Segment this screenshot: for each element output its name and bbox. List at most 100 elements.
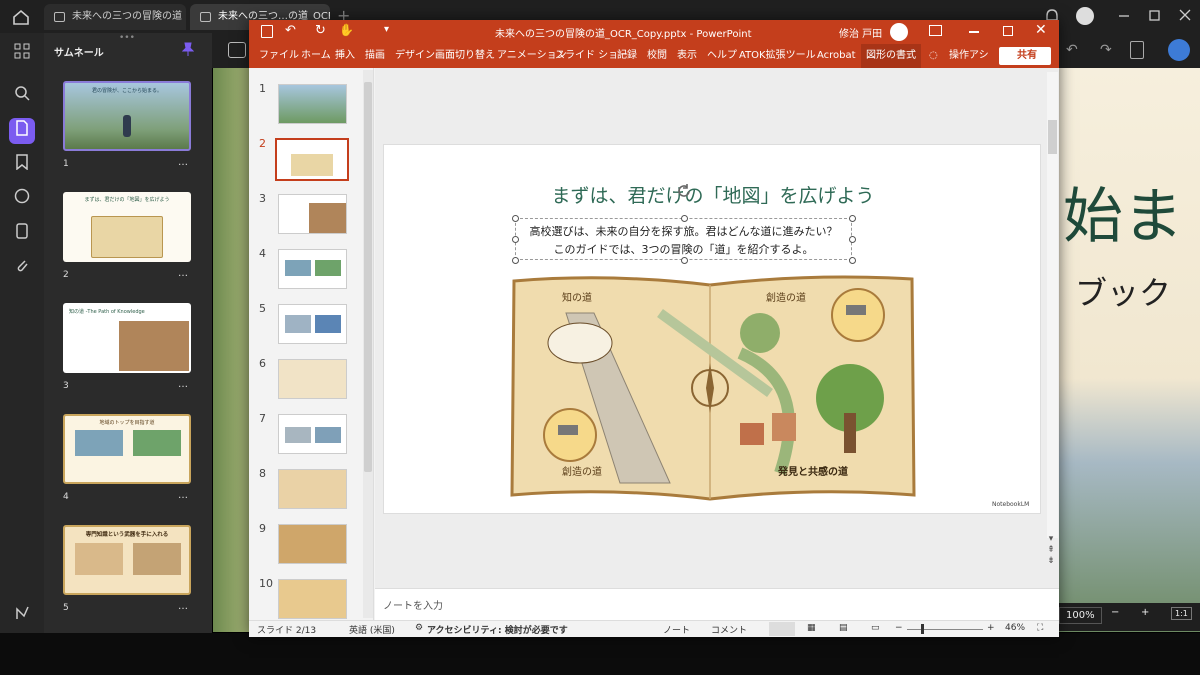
zoom-percentage[interactable]: 46% <box>1005 623 1025 633</box>
zoom-out-button[interactable]: − <box>895 623 903 633</box>
minimize-icon[interactable] <box>969 31 979 33</box>
slide-thumb-4[interactable] <box>278 249 347 289</box>
slide-thumb-8[interactable] <box>278 469 347 509</box>
thumbnail-4[interactable]: 地域のトップを目指す道 <box>63 414 191 484</box>
drag-handle[interactable]: ••• <box>119 33 135 43</box>
tab-draw[interactable]: 描画 <box>365 44 385 68</box>
resize-handle[interactable] <box>849 236 856 243</box>
reading-view-icon[interactable]: ▤ <box>839 623 848 633</box>
scrollbar-thumb[interactable] <box>364 82 372 472</box>
slide-sorter-icon[interactable]: ▦ <box>807 623 816 633</box>
redo-icon[interactable]: ↻ <box>315 23 326 38</box>
resize-handle[interactable] <box>849 215 856 222</box>
tab-help[interactable]: ヘルプ <box>707 44 737 68</box>
comments-toggle[interactable]: コメント <box>711 623 747 636</box>
zoom-slider[interactable] <box>907 629 983 630</box>
zoom-in-button[interactable]: + <box>987 623 995 633</box>
thumbnail-3[interactable]: 知の道 -The Path of Knowledge <box>63 303 191 373</box>
thumbnails-icon[interactable] <box>9 118 35 144</box>
resize-handle[interactable] <box>512 257 519 264</box>
selected-textbox[interactable]: 高校選びは、未来の自分を探す旅。君はどんな道に進みたい？ このガイドでは、3つの… <box>512 215 856 264</box>
save-icon[interactable] <box>1130 41 1144 59</box>
notes-pane[interactable]: ノートを入力 <box>375 588 1059 620</box>
tab-acrobat[interactable]: Acrobat <box>817 44 856 68</box>
zoom-level[interactable]: 100% <box>1059 607 1102 624</box>
undo-icon[interactable]: ↶ <box>285 23 296 38</box>
slide-nav-arrows[interactable]: ▾ ⇞ ⇟ <box>1045 534 1057 574</box>
resize-handle[interactable] <box>681 257 688 264</box>
resize-handle[interactable] <box>849 257 856 264</box>
actual-size-button[interactable]: 1:1 <box>1171 607 1192 620</box>
home-icon[interactable] <box>10 7 32 27</box>
save-icon[interactable] <box>261 25 273 38</box>
notes-toggle[interactable]: ノート <box>663 623 690 636</box>
slide-thumb-9[interactable] <box>278 524 347 564</box>
tab-shape-format[interactable]: 図形の書式 <box>861 44 921 68</box>
zoom-slider-thumb[interactable] <box>921 624 924 634</box>
copilot-icon[interactable] <box>1168 39 1190 61</box>
tab-home[interactable]: ホーム <box>301 44 331 68</box>
slide-title[interactable]: まずは、君だけの「地図」を広げよう <box>384 181 1042 208</box>
accessibility-icon[interactable]: ⚙ <box>415 623 423 633</box>
customize-icon[interactable]: ▾ <box>384 24 389 35</box>
close-icon[interactable]: ✕ <box>1035 22 1047 38</box>
thumbnail-1[interactable]: 君の冒険が、ここから始まる。 <box>63 81 191 151</box>
ribbon-display-icon[interactable] <box>929 25 942 36</box>
normal-view-icon[interactable] <box>769 622 795 636</box>
current-slide[interactable]: まずは、君だけの「地図」を広げよう 高校選びは、未来の自分を探す旅。君はどんな道… <box>383 144 1041 514</box>
tab-insert[interactable]: 挿入 <box>335 44 355 68</box>
document-icon[interactable] <box>12 223 32 243</box>
slide-thumb-10[interactable] <box>278 579 347 619</box>
sign-icon[interactable] <box>12 605 32 625</box>
slide-thumb-5[interactable] <box>278 304 347 344</box>
search-icon[interactable] <box>12 85 32 105</box>
redo-icon[interactable]: ↷ <box>1100 42 1112 58</box>
tab-transitions[interactable]: 画面切り替え <box>435 44 495 68</box>
scrollbar-thumb[interactable] <box>1048 120 1057 154</box>
more-options-icon[interactable]: … <box>178 157 188 168</box>
slide-thumb-2[interactable] <box>275 138 349 181</box>
accessibility-status[interactable]: アクセシビリティ: 検討が必要です <box>427 623 568 636</box>
fit-slide-icon[interactable]: ⛶ <box>1037 623 1043 633</box>
bookmark-icon[interactable] <box>12 154 32 174</box>
browser-tab-1[interactable]: 未来への三つの冒険の道 <box>44 4 186 30</box>
resize-handle[interactable] <box>681 215 688 222</box>
slide-thumb-7[interactable] <box>278 414 347 454</box>
language-status[interactable]: 英語 (米国) <box>349 623 395 636</box>
slide-thumb-3[interactable] <box>278 194 347 234</box>
treasure-map-image[interactable]: 知の道 創造の道 創造の道 発見と共感の道 <box>510 273 916 501</box>
avatar[interactable] <box>890 23 908 41</box>
tab-view[interactable]: 表示 <box>677 44 697 68</box>
tab-review[interactable]: 校閲 <box>647 44 667 68</box>
tab-design[interactable]: デザイン <box>395 44 435 68</box>
calendar-icon[interactable] <box>228 42 246 58</box>
lightbulb-icon[interactable]: ◌ <box>929 44 938 68</box>
slide-thumb-1[interactable] <box>278 84 347 124</box>
tab-atok[interactable]: ATOK拡張ツール <box>739 44 816 68</box>
thumbnail-2[interactable]: まずは、君だけの「地図」を広げよう <box>63 192 191 262</box>
touch-mode-icon[interactable]: ✋ <box>339 23 354 37</box>
zoom-out-button[interactable]: − <box>1111 607 1119 618</box>
comment-icon[interactable] <box>12 188 32 208</box>
rotate-handle-icon[interactable] <box>676 183 692 199</box>
slides-scrollbar[interactable] <box>363 70 373 618</box>
attachment-icon[interactable] <box>12 257 32 277</box>
slide-thumb-6[interactable] <box>278 359 347 399</box>
thumbnail-5[interactable]: 専門知識という武器を手に入れる <box>63 525 191 595</box>
resize-handle[interactable] <box>512 215 519 222</box>
pin-icon[interactable] <box>181 42 195 56</box>
grid-icon[interactable] <box>12 43 32 63</box>
undo-icon[interactable]: ↶ <box>1066 42 1078 58</box>
resize-handle[interactable] <box>512 236 519 243</box>
tab-record[interactable]: 記録 <box>617 44 637 68</box>
editor-scrollbar[interactable] <box>1047 72 1058 538</box>
maximize-icon[interactable] <box>1003 26 1013 36</box>
tab-file[interactable]: ファイル <box>259 44 299 68</box>
more-options-icon[interactable]: … <box>178 490 188 501</box>
zoom-in-button[interactable]: + <box>1141 607 1149 618</box>
tell-me-box[interactable]: 操作アシ <box>949 44 989 68</box>
slideshow-icon[interactable]: ▭ <box>871 623 880 633</box>
more-options-icon[interactable]: … <box>178 268 188 279</box>
more-options-icon[interactable]: … <box>178 379 188 390</box>
share-button[interactable]: 共有 <box>999 47 1051 65</box>
